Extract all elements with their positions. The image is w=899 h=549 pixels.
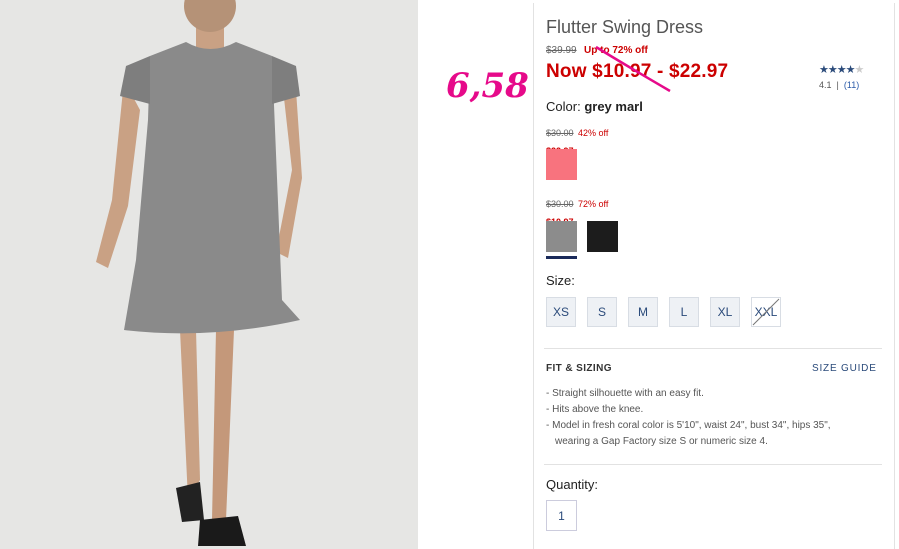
star-icon: ★ bbox=[819, 64, 829, 76]
size-l-button[interactable]: L bbox=[669, 297, 699, 327]
star-empty-icon: ★ bbox=[854, 64, 865, 76]
bullet-text: Model in fresh coral color is 5'10", wai… bbox=[552, 420, 831, 431]
fit-bullets: - Straight silhouette with an easy fit. … bbox=[546, 386, 886, 450]
product-title: Flutter Swing Dress bbox=[546, 17, 704, 37]
product-details-panel: Flutter Swing Dress $39.99 Up to 72% off… bbox=[533, 3, 895, 549]
selected-swatch-indicator bbox=[546, 256, 577, 259]
selected-color-name: grey marl bbox=[584, 99, 643, 114]
star-icon: ★ bbox=[845, 64, 856, 76]
size-s-button[interactable]: S bbox=[587, 297, 617, 327]
color-label-text: Color: bbox=[546, 99, 581, 114]
bullet-text: Straight silhouette with an easy fit. bbox=[552, 388, 704, 399]
swatch-grey-marl[interactable] bbox=[546, 221, 577, 252]
swatch-fresh-coral[interactable] bbox=[546, 149, 577, 180]
rating-separator: | bbox=[836, 80, 839, 90]
bullet-text: Hits above the knee. bbox=[552, 404, 644, 415]
bullet-text: wearing a Gap Factory size S or numeric … bbox=[555, 436, 768, 447]
bullet-item: - Straight silhouette with an easy fit. bbox=[546, 388, 704, 399]
rating-stars[interactable]: ★★★★★ bbox=[819, 63, 865, 76]
size-xs-button[interactable]: XS bbox=[546, 297, 576, 327]
group-original-price: $30.00 bbox=[546, 199, 574, 209]
star-icon: ★ bbox=[827, 64, 838, 76]
review-count-link[interactable]: (11) bbox=[844, 80, 859, 90]
divider bbox=[544, 464, 882, 465]
size-guide-link[interactable]: SIZE GUIDE bbox=[812, 363, 877, 374]
group-original-price: $30.00 bbox=[546, 128, 574, 138]
color-label: Color: grey marl bbox=[546, 99, 643, 114]
fit-sizing-heading: FIT & SIZING bbox=[546, 363, 612, 374]
divider bbox=[544, 348, 882, 349]
size-xl-button[interactable]: XL bbox=[710, 297, 740, 327]
bullet-item: wearing a Gap Factory size S or numeric … bbox=[546, 434, 886, 450]
star-icon: ★ bbox=[836, 64, 847, 76]
unavailable-slash-icon bbox=[752, 298, 780, 326]
strike-annotation bbox=[595, 45, 671, 93]
original-price: $39.99 bbox=[546, 45, 577, 56]
group-discount: 42% off bbox=[577, 128, 609, 138]
quantity-input[interactable]: 1 bbox=[546, 500, 577, 531]
size-m-button[interactable]: M bbox=[628, 297, 658, 327]
size-label: Size: bbox=[546, 273, 575, 288]
bullet-item: - Hits above the knee. bbox=[546, 404, 644, 415]
bullet-item: - Model in fresh coral color is 5'10", w… bbox=[546, 420, 831, 431]
product-image[interactable] bbox=[0, 0, 418, 549]
group-discount: 72% off bbox=[577, 199, 609, 209]
quantity-label: Quantity: bbox=[546, 477, 599, 492]
rating-value: 4.1 bbox=[819, 80, 832, 90]
rating-summary: 4.1 | (11) bbox=[819, 80, 859, 90]
handwritten-price-note: 6,58 bbox=[446, 66, 529, 106]
swatch-black[interactable] bbox=[587, 221, 618, 252]
